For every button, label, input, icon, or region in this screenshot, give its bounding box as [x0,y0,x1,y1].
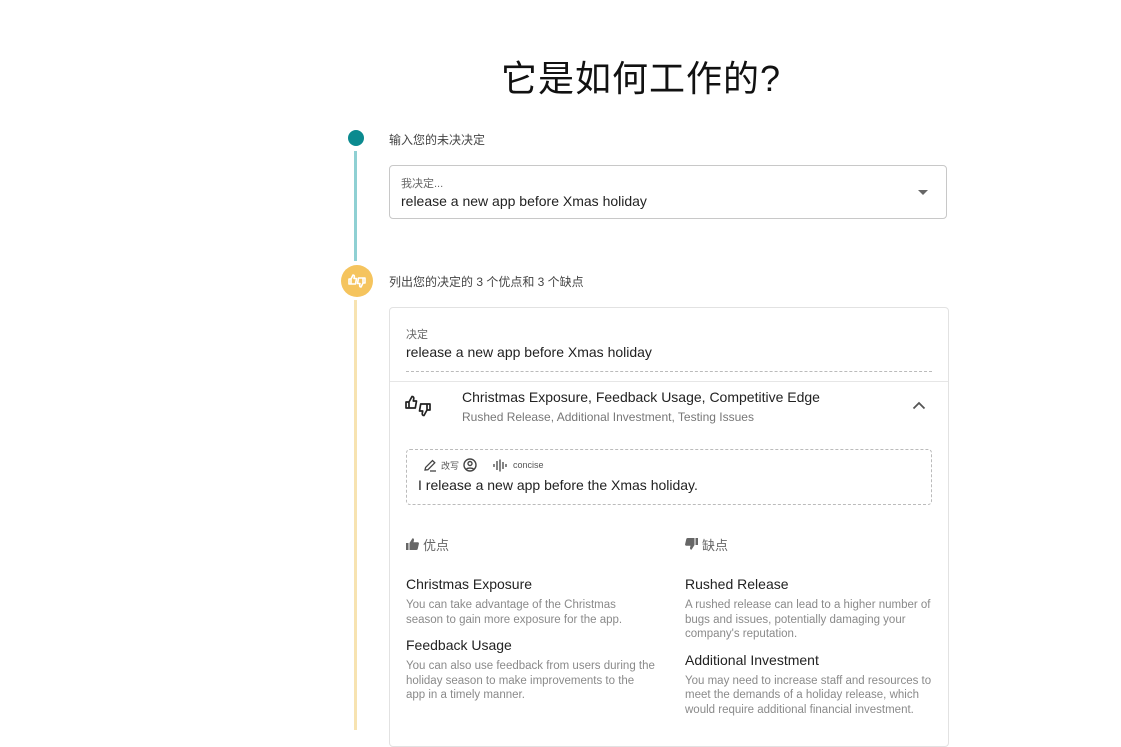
decision-card: 决定 release a new app before Xmas holiday… [389,307,949,747]
con-item-desc: A rushed release can lead to a higher nu… [685,599,931,641]
step-1-connector [354,151,357,261]
card-divider [390,381,948,382]
pencil-icon[interactable] [423,459,437,472]
step-2-connector [354,300,357,730]
chevron-up-icon[interactable] [912,401,926,410]
pros-header-label: 优点 [423,537,450,553]
page-title: 它是如何工作的? [500,58,782,99]
cons-header: 缺点 [685,536,935,553]
thumbs-up-icon [406,538,419,550]
user-circle-icon[interactable] [463,458,477,472]
decision-label: 决定 [406,329,428,341]
pro-item-desc: You can also use feedback from users dur… [406,660,655,702]
con-item-title: Rushed Release [685,576,789,592]
cons-column: 缺点 Rushed Release A rushed release can l… [685,536,935,718]
pros-column: 优点 Christmas Exposure You can take advan… [406,536,656,703]
rewrite-label[interactable]: 改写 [441,459,459,472]
decision-underline [406,371,932,372]
cons-header-label: 缺点 [702,537,729,553]
statement-edit-box[interactable]: 改写 concise I release a new app before th… [406,449,932,505]
thumbs-down-icon [685,538,698,550]
step-1-label: 输入您的未决决定 [389,133,486,147]
con-item-title: Additional Investment [685,651,819,668]
statement-text[interactable]: I release a new app before the Xmas holi… [418,477,698,493]
decision-select[interactable]: 我决定... release a new app before Xmas hol… [389,165,947,219]
pro-item-title: Feedback Usage [406,637,512,654]
step-2-dot [341,265,373,297]
pros-header: 优点 [406,536,656,553]
decision-value[interactable]: release a new app before Xmas holiday [406,344,652,360]
pro-item-title: Christmas Exposure [406,576,533,592]
step-1-dot [348,130,364,146]
edit-toolbar: 改写 concise [423,458,544,472]
pros-cons-icon [348,274,366,288]
decision-select-value: release a new app before Xmas holiday [401,193,647,209]
summary-title: Christmas Exposure, Feedback Usage, Comp… [462,389,820,405]
step-2-label: 列出您的决定的 3 个优点和 3 个缺点 [389,275,584,289]
tone-label[interactable]: concise [513,460,544,470]
pros-cons-icon [405,395,431,417]
con-item-desc: You may need to increase staff and resou… [685,674,932,716]
dropdown-arrow-icon[interactable] [918,190,928,195]
summary-subtitle: Rushed Release, Additional Investment, T… [462,410,754,424]
decision-select-label: 我决定... [401,178,444,190]
pro-item-desc: You can take advantage of the Christmas … [406,599,623,626]
audio-wave-icon[interactable] [493,459,509,472]
